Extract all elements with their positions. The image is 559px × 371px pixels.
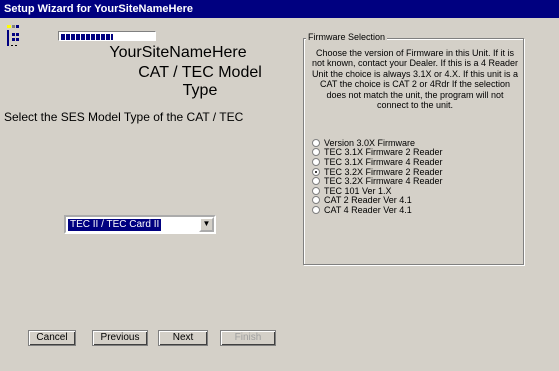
app-logo-icon bbox=[7, 25, 19, 46]
model-select-label: Select the SES Model Type of the CAT / T… bbox=[4, 110, 244, 124]
firmware-option[interactable]: TEC 3.2X Firmware 2 Reader bbox=[312, 167, 512, 177]
firmware-option[interactable]: TEC 3.1X Firmware 4 Reader bbox=[312, 157, 512, 167]
previous-button[interactable]: Previous bbox=[92, 330, 148, 346]
cancel-button[interactable]: Cancel bbox=[28, 330, 76, 346]
firmware-option[interactable]: Version 3.0X Firmware bbox=[312, 138, 512, 148]
firmware-option-label: Version 3.0X Firmware bbox=[324, 137, 416, 148]
radio-button[interactable] bbox=[312, 138, 320, 147]
firmware-option[interactable]: TEC 3.1X Firmware 2 Reader bbox=[312, 147, 512, 158]
firmware-options: Version 3.0X Firmware TEC 3.1X Firmware 2… bbox=[312, 138, 512, 215]
radio-button[interactable] bbox=[312, 186, 320, 195]
firmware-option-label: TEC 3.1X Firmware 2 Reader bbox=[324, 147, 443, 158]
firmware-option-label: TEC 101 Ver 1.X bbox=[324, 185, 392, 196]
window-title: Setup Wizard for YourSiteNameHere bbox=[0, 0, 559, 18]
next-button[interactable]: Next bbox=[158, 330, 208, 346]
radio-button[interactable] bbox=[312, 167, 320, 176]
progress-fill bbox=[61, 34, 113, 40]
chevron-down-icon[interactable]: ▼ bbox=[199, 217, 214, 232]
firmware-option[interactable]: CAT 2 Reader Ver 4.1 bbox=[312, 195, 512, 206]
firmware-option-label: CAT 2 Reader Ver 4.1 bbox=[324, 195, 412, 206]
radio-button[interactable] bbox=[312, 148, 320, 157]
firmware-option-label: CAT 4 Reader Ver 4.1 bbox=[324, 204, 412, 215]
firmware-option[interactable]: CAT 4 Reader Ver 4.1 bbox=[312, 205, 512, 215]
firmware-group-legend: Firmware Selection bbox=[306, 32, 388, 42]
site-name-heading: YourSiteNameHere bbox=[109, 44, 247, 61]
firmware-option[interactable]: TEC 3.2X Firmware 4 Reader bbox=[312, 176, 512, 186]
firmware-option-label: TEC 3.1X Firmware 4 Reader bbox=[324, 156, 443, 167]
firmware-description: Choose the version of Firmware in this U… bbox=[311, 48, 519, 111]
wizard-progress-bar bbox=[58, 31, 156, 41]
radio-button[interactable] bbox=[312, 157, 320, 166]
model-type-selected: TEC II / TEC Card II bbox=[68, 219, 162, 231]
radio-button[interactable] bbox=[312, 196, 320, 205]
page-title: CAT / TEC Model Type bbox=[138, 64, 262, 99]
firmware-option-label: TEC 3.2X Firmware 2 Reader bbox=[324, 166, 443, 177]
radio-button[interactable] bbox=[312, 177, 320, 186]
finish-button[interactable]: Finish bbox=[220, 330, 276, 346]
radio-button[interactable] bbox=[312, 205, 320, 214]
model-type-dropdown[interactable]: TEC II / TEC Card II ▼ bbox=[64, 215, 216, 234]
firmware-option-label: TEC 3.2X Firmware 4 Reader bbox=[324, 176, 443, 187]
firmware-option[interactable]: TEC 101 Ver 1.X bbox=[312, 186, 512, 196]
